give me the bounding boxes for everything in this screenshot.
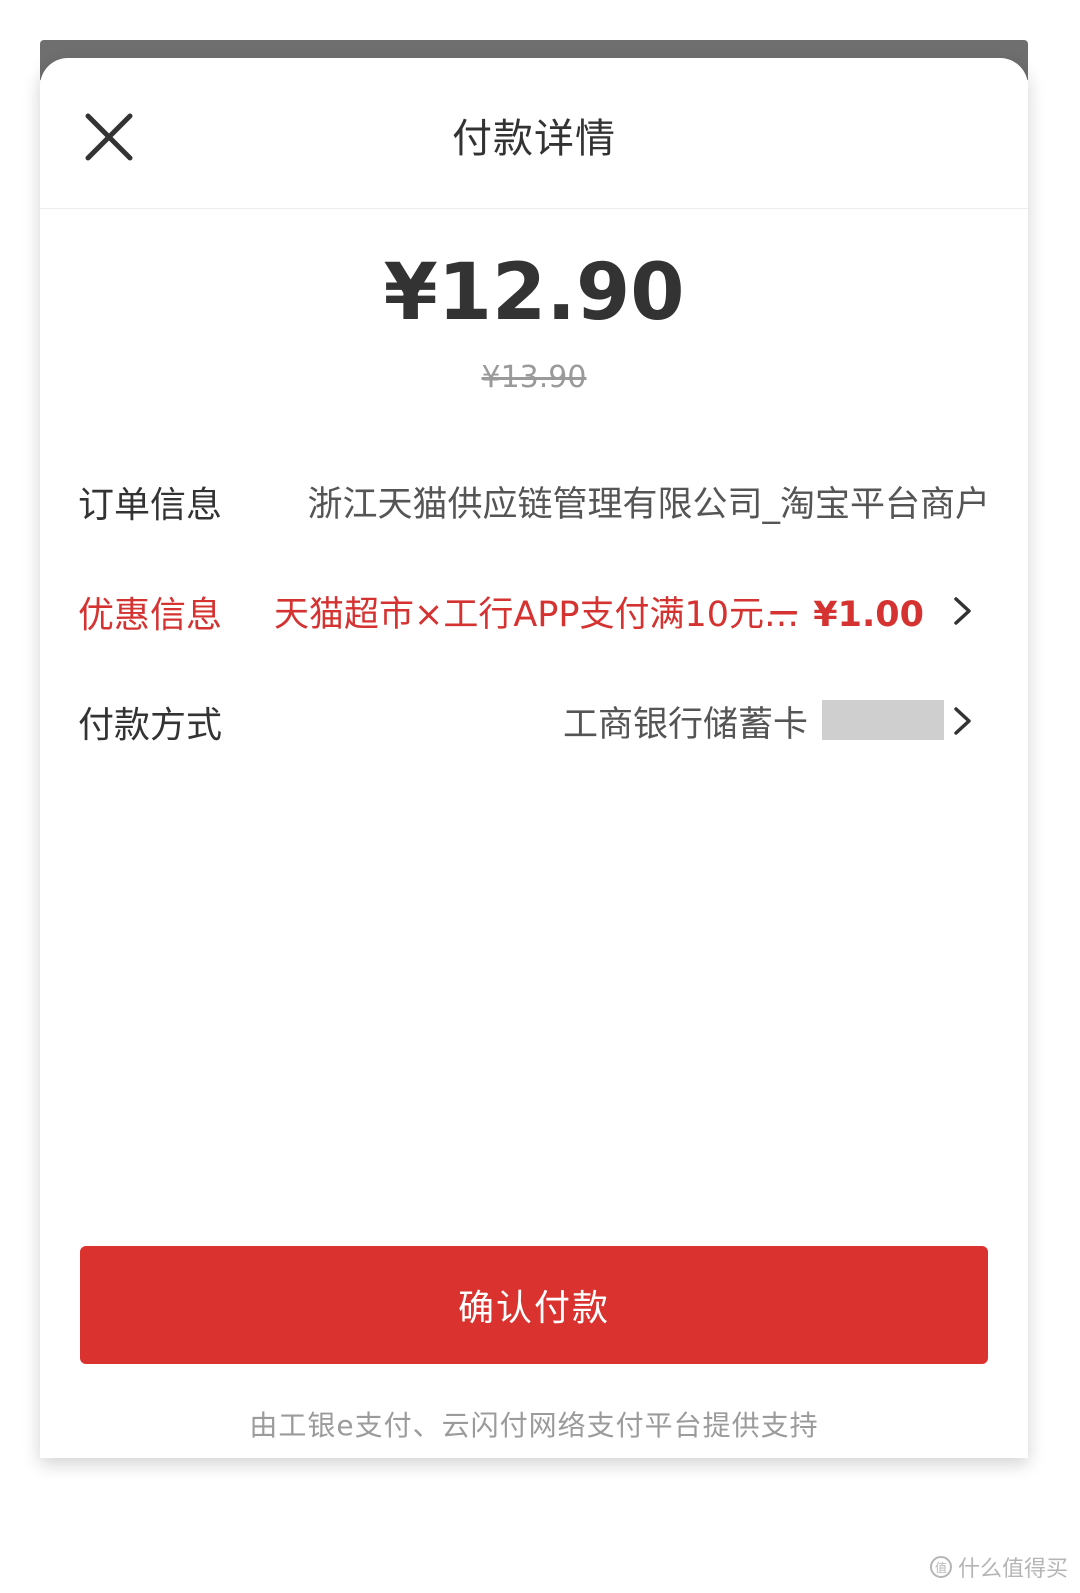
original-amount: ¥13.90 — [481, 360, 587, 395]
promo-info-value: 天猫超市×工行APP支付满10元… — [274, 595, 800, 635]
footer-note: 由工银e支付、云闪付网络支付平台提供支持 — [249, 1409, 819, 1442]
payment-method-row[interactable]: 付款方式 工商银行储蓄卡 — [40, 678, 1028, 758]
order-info-value: 浙江天猫供应链管理有限公司_淘宝平台商户 — [307, 485, 990, 525]
watermark-logo-icon: 值 — [929, 1556, 952, 1578]
page-title: 付款详情 — [452, 116, 616, 162]
sheet-header: 付款详情 — [40, 58, 1028, 209]
payment-amount: ¥12.90 — [383, 248, 685, 338]
confirm-payment-button[interactable]: 确认付款 — [80, 1246, 988, 1364]
promo-discount: － ¥1.00 — [766, 595, 924, 635]
chevron-right-icon — [954, 707, 971, 735]
watermark: 值 什么值得买 — [929, 1551, 1068, 1583]
promo-info-label: 优惠信息 — [78, 595, 223, 636]
order-info-row: 订单信息 浙江天猫供应链管理有限公司_淘宝平台商户 — [40, 458, 1028, 538]
order-info-label: 订单信息 — [78, 485, 223, 526]
promo-info-row[interactable]: 优惠信息 天猫超市×工行APP支付满10元… － ¥1.00 — [40, 568, 1028, 648]
watermark-text: 什么值得买 — [957, 1557, 1068, 1582]
payment-method-value: 工商银行储蓄卡 — [562, 705, 808, 745]
masked-card-number — [822, 700, 944, 740]
payment-method-label: 付款方式 — [78, 705, 223, 746]
payment-sheet: 付款详情 ¥12.90 ¥13.90 订单信息 浙江天猫供应链管理有限公司_淘宝… — [40, 58, 1028, 1458]
chevron-right-icon — [954, 597, 971, 625]
